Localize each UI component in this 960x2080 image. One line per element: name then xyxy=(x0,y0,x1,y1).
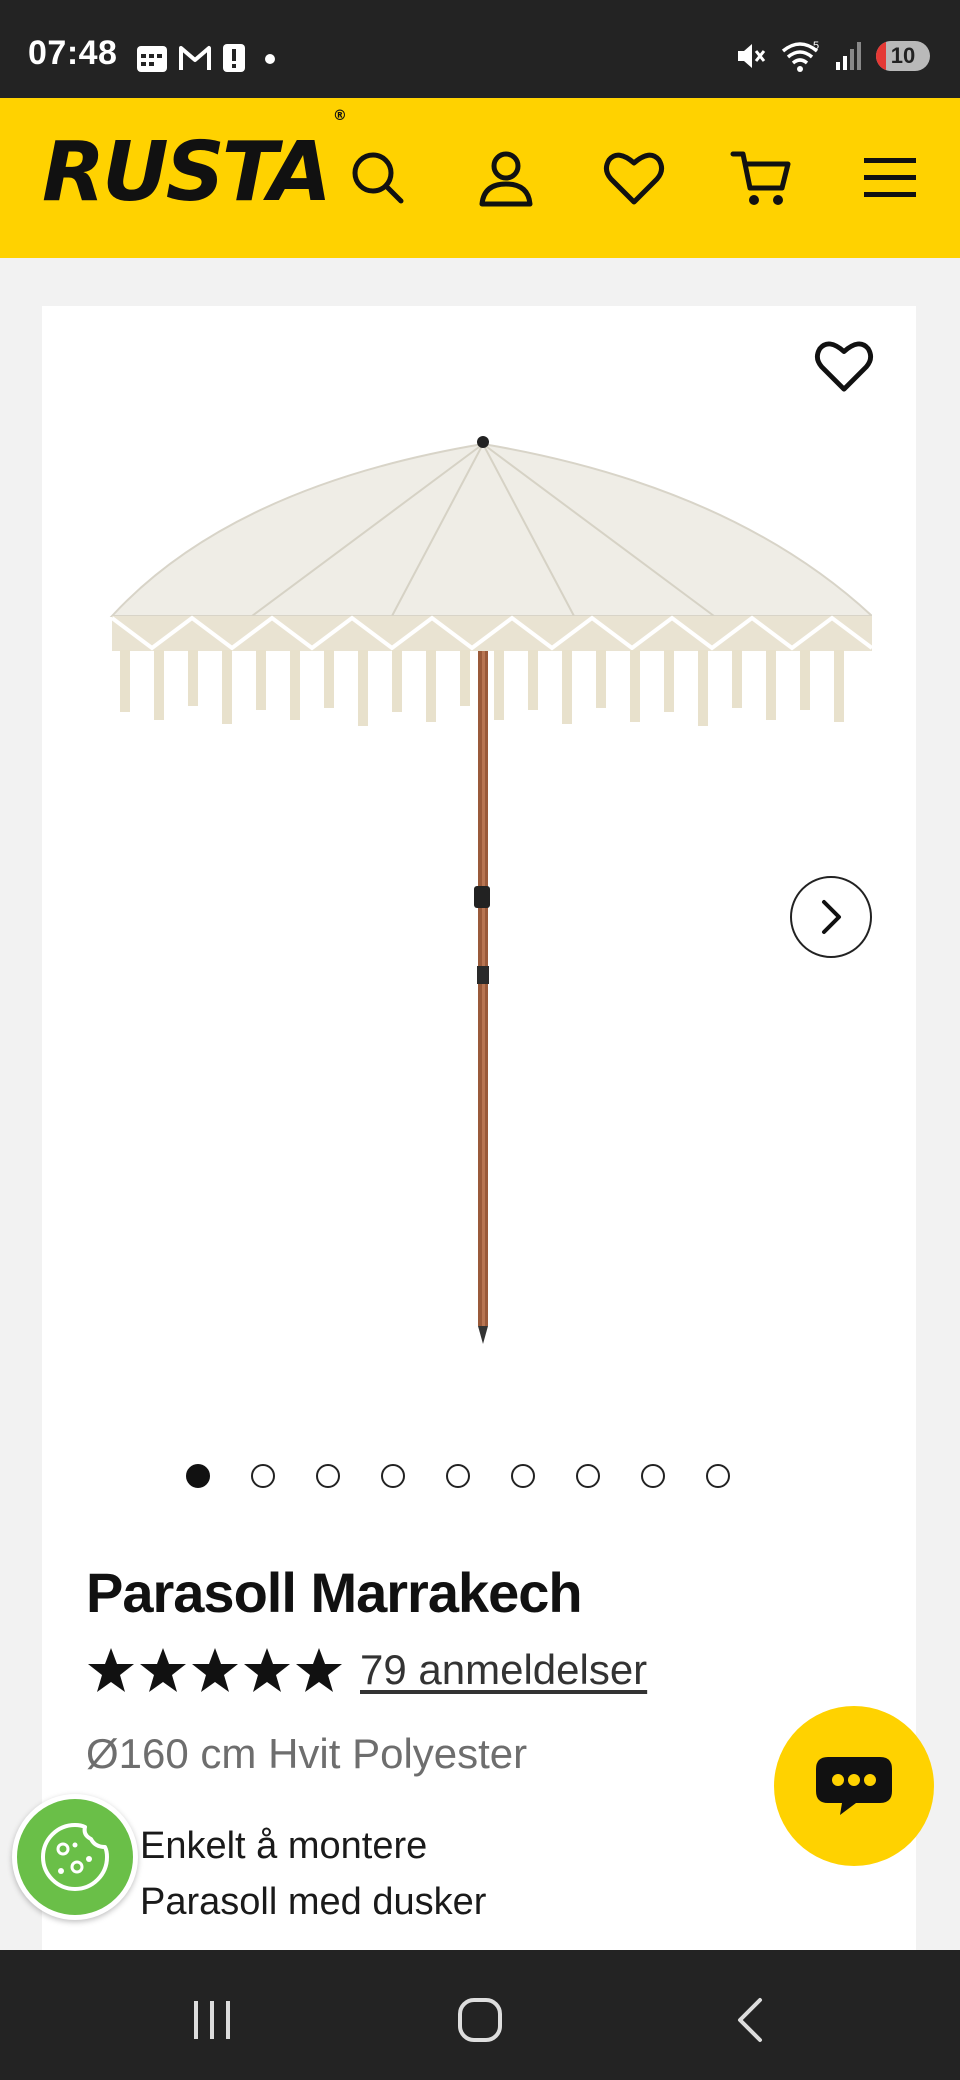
carousel-dot[interactable] xyxy=(511,1464,535,1488)
carousel-dot[interactable] xyxy=(446,1464,470,1488)
battery-level: 10 xyxy=(890,43,916,68)
back-button[interactable] xyxy=(710,1980,790,2060)
product-image-parasol[interactable] xyxy=(92,426,872,1356)
add-to-wishlist-button[interactable] xyxy=(804,326,884,406)
search-button[interactable] xyxy=(342,142,414,214)
cookie-settings-button[interactable] xyxy=(12,1794,138,1920)
image-carousel-dots xyxy=(186,1464,730,1488)
feature-item: Enkelt å montere xyxy=(86,1818,486,1874)
feature-list: Enkelt å montere Parasoll med dusker xyxy=(86,1818,486,1930)
system-navigation-bar xyxy=(0,1950,960,2080)
signal-icon xyxy=(836,42,861,70)
star-icon xyxy=(88,1648,134,1692)
star-icon xyxy=(296,1648,342,1692)
menu-icon xyxy=(864,158,916,197)
wifi-icon: 5 xyxy=(781,40,819,72)
carousel-dot[interactable] xyxy=(576,1464,600,1488)
carousel-dot[interactable] xyxy=(641,1464,665,1488)
calendar-icon xyxy=(137,46,167,72)
carousel-dot[interactable] xyxy=(186,1464,210,1488)
wishlist-button[interactable] xyxy=(598,142,670,214)
menu-button[interactable] xyxy=(854,142,926,214)
carousel-dot[interactable] xyxy=(381,1464,405,1488)
wifi-band-label: 5 xyxy=(813,40,819,52)
recent-apps-icon xyxy=(194,2001,230,2039)
notification-icons xyxy=(136,42,280,74)
product-rating: 79 anmeldelser xyxy=(86,1646,647,1694)
cart-button[interactable] xyxy=(726,142,798,214)
cookie-icon xyxy=(41,1823,109,1891)
status-time: 07:48 xyxy=(28,34,118,72)
product-variant: Ø160 cm Hvit Polyester xyxy=(86,1730,528,1777)
chat-bubble-icon xyxy=(816,1757,892,1815)
heart-icon xyxy=(603,152,665,205)
next-image-button[interactable] xyxy=(790,876,872,958)
feature-item: Parasoll med dusker xyxy=(86,1874,486,1930)
site-header: RUSTA® xyxy=(0,98,960,258)
star-icon xyxy=(140,1648,186,1692)
account-icon xyxy=(479,151,533,207)
back-icon xyxy=(738,1998,762,2042)
home-icon xyxy=(458,1998,502,2042)
battery-indicator: 10 xyxy=(876,41,930,71)
cart-icon xyxy=(730,151,791,205)
product-title: Parasoll Marrakech xyxy=(86,1561,583,1624)
rusta-logo[interactable]: RUSTA® xyxy=(42,109,347,214)
dot-icon xyxy=(265,54,275,64)
logo-text: RUSTA xyxy=(42,125,332,220)
star-icon xyxy=(244,1648,290,1692)
chevron-right-icon xyxy=(822,900,841,934)
logo-registered-mark: ® xyxy=(332,107,347,124)
alert-icon xyxy=(223,44,245,72)
mute-icon xyxy=(738,44,766,68)
status-bar: 07:48 5 10 xyxy=(0,0,960,98)
account-button[interactable] xyxy=(470,142,542,214)
gmail-icon xyxy=(179,46,211,70)
recent-apps-button[interactable] xyxy=(172,1980,252,2060)
search-icon xyxy=(352,152,404,204)
carousel-dot[interactable] xyxy=(316,1464,340,1488)
system-icons: 5 10 xyxy=(734,36,930,76)
reviews-link[interactable]: 79 anmeldelser xyxy=(360,1646,647,1694)
rating-stars xyxy=(86,1646,344,1694)
chat-button[interactable] xyxy=(774,1706,934,1866)
carousel-dot[interactable] xyxy=(251,1464,275,1488)
home-button[interactable] xyxy=(440,1980,520,2060)
star-icon xyxy=(192,1648,238,1692)
carousel-dot[interactable] xyxy=(706,1464,730,1488)
heart-outline-icon xyxy=(815,341,873,392)
